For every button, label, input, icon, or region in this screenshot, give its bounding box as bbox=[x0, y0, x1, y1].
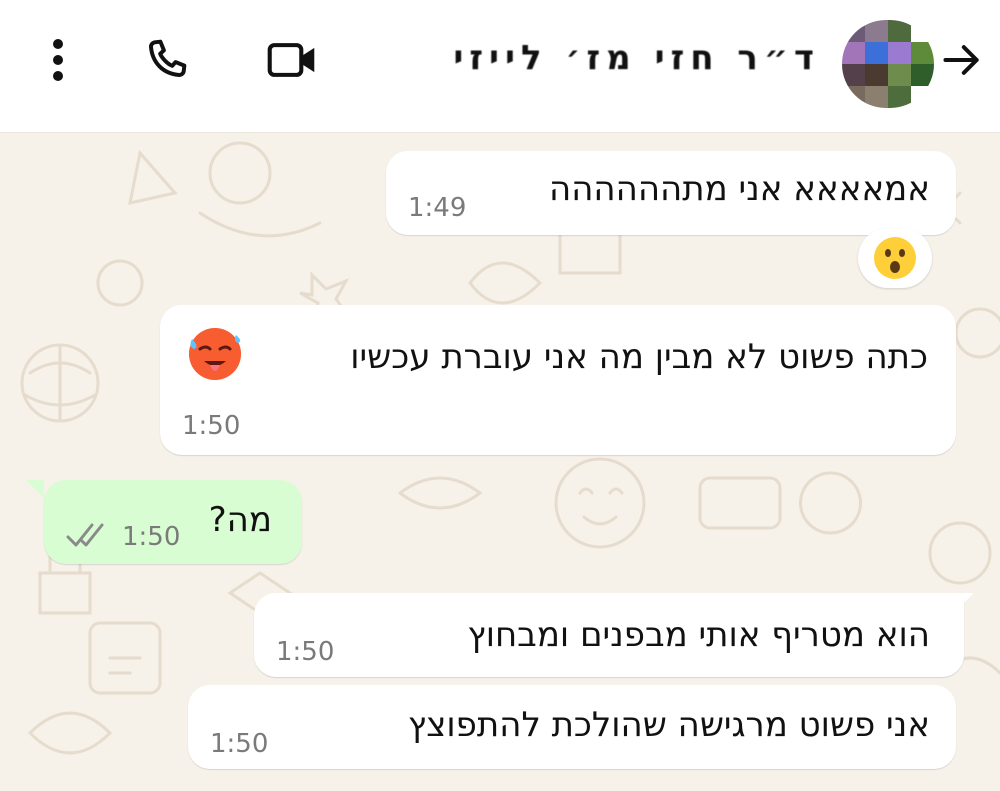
video-camera-icon[interactable] bbox=[266, 34, 318, 86]
message-text: אני פשוט מרגישה שהולכת להתפוצץ bbox=[407, 705, 930, 745]
message-text: כתה פשוט לא מבין מה אני עוברת עכשיו bbox=[350, 337, 928, 377]
chat-header: ד״ר חזי מז׳ לייזי bbox=[0, 0, 1000, 133]
message-reaction[interactable] bbox=[858, 228, 932, 288]
contact-name[interactable]: ד״ר חזי מז׳ לייזי bbox=[440, 38, 820, 88]
message-time: 1:50 bbox=[122, 522, 181, 552]
message-text: הוא מטריף אותי מבפנים ומבחוץ bbox=[467, 615, 930, 655]
more-vertical-icon[interactable] bbox=[32, 34, 84, 86]
message-text: מה? bbox=[208, 500, 272, 540]
arrow-right-icon[interactable] bbox=[940, 38, 984, 82]
phone-icon[interactable] bbox=[140, 34, 192, 86]
message-time: 1:49 bbox=[408, 193, 467, 223]
message-bubble[interactable]: הוא מטריף אותי מבפנים ומבחוץ 1:50 bbox=[254, 593, 964, 677]
message-bubble[interactable]: כתה פשוט לא מבין מה אני עוברת עכשיו 1:50 bbox=[160, 305, 956, 455]
avatar[interactable] bbox=[842, 20, 934, 108]
surprised-face-icon bbox=[874, 237, 916, 279]
message-time: 1:50 bbox=[210, 729, 269, 759]
message-time: 1:50 bbox=[182, 411, 241, 441]
bubble-tail bbox=[26, 480, 44, 498]
message-bubble[interactable]: אני פשוט מרגישה שהולכת להתפוצץ 1:50 bbox=[188, 685, 956, 769]
message-time: 1:50 bbox=[276, 637, 335, 667]
message-bubble[interactable]: אמאאאא אני מתהההההה 1:49 bbox=[386, 151, 956, 235]
read-receipt-icon bbox=[66, 523, 104, 547]
hot-face-icon bbox=[189, 328, 241, 380]
chat-area[interactable]: אמאאאא אני מתהההההה 1:49 כתה פשוט לא מבי… bbox=[0, 133, 1000, 791]
message-text: אמאאאא אני מתהההההה bbox=[548, 169, 930, 209]
